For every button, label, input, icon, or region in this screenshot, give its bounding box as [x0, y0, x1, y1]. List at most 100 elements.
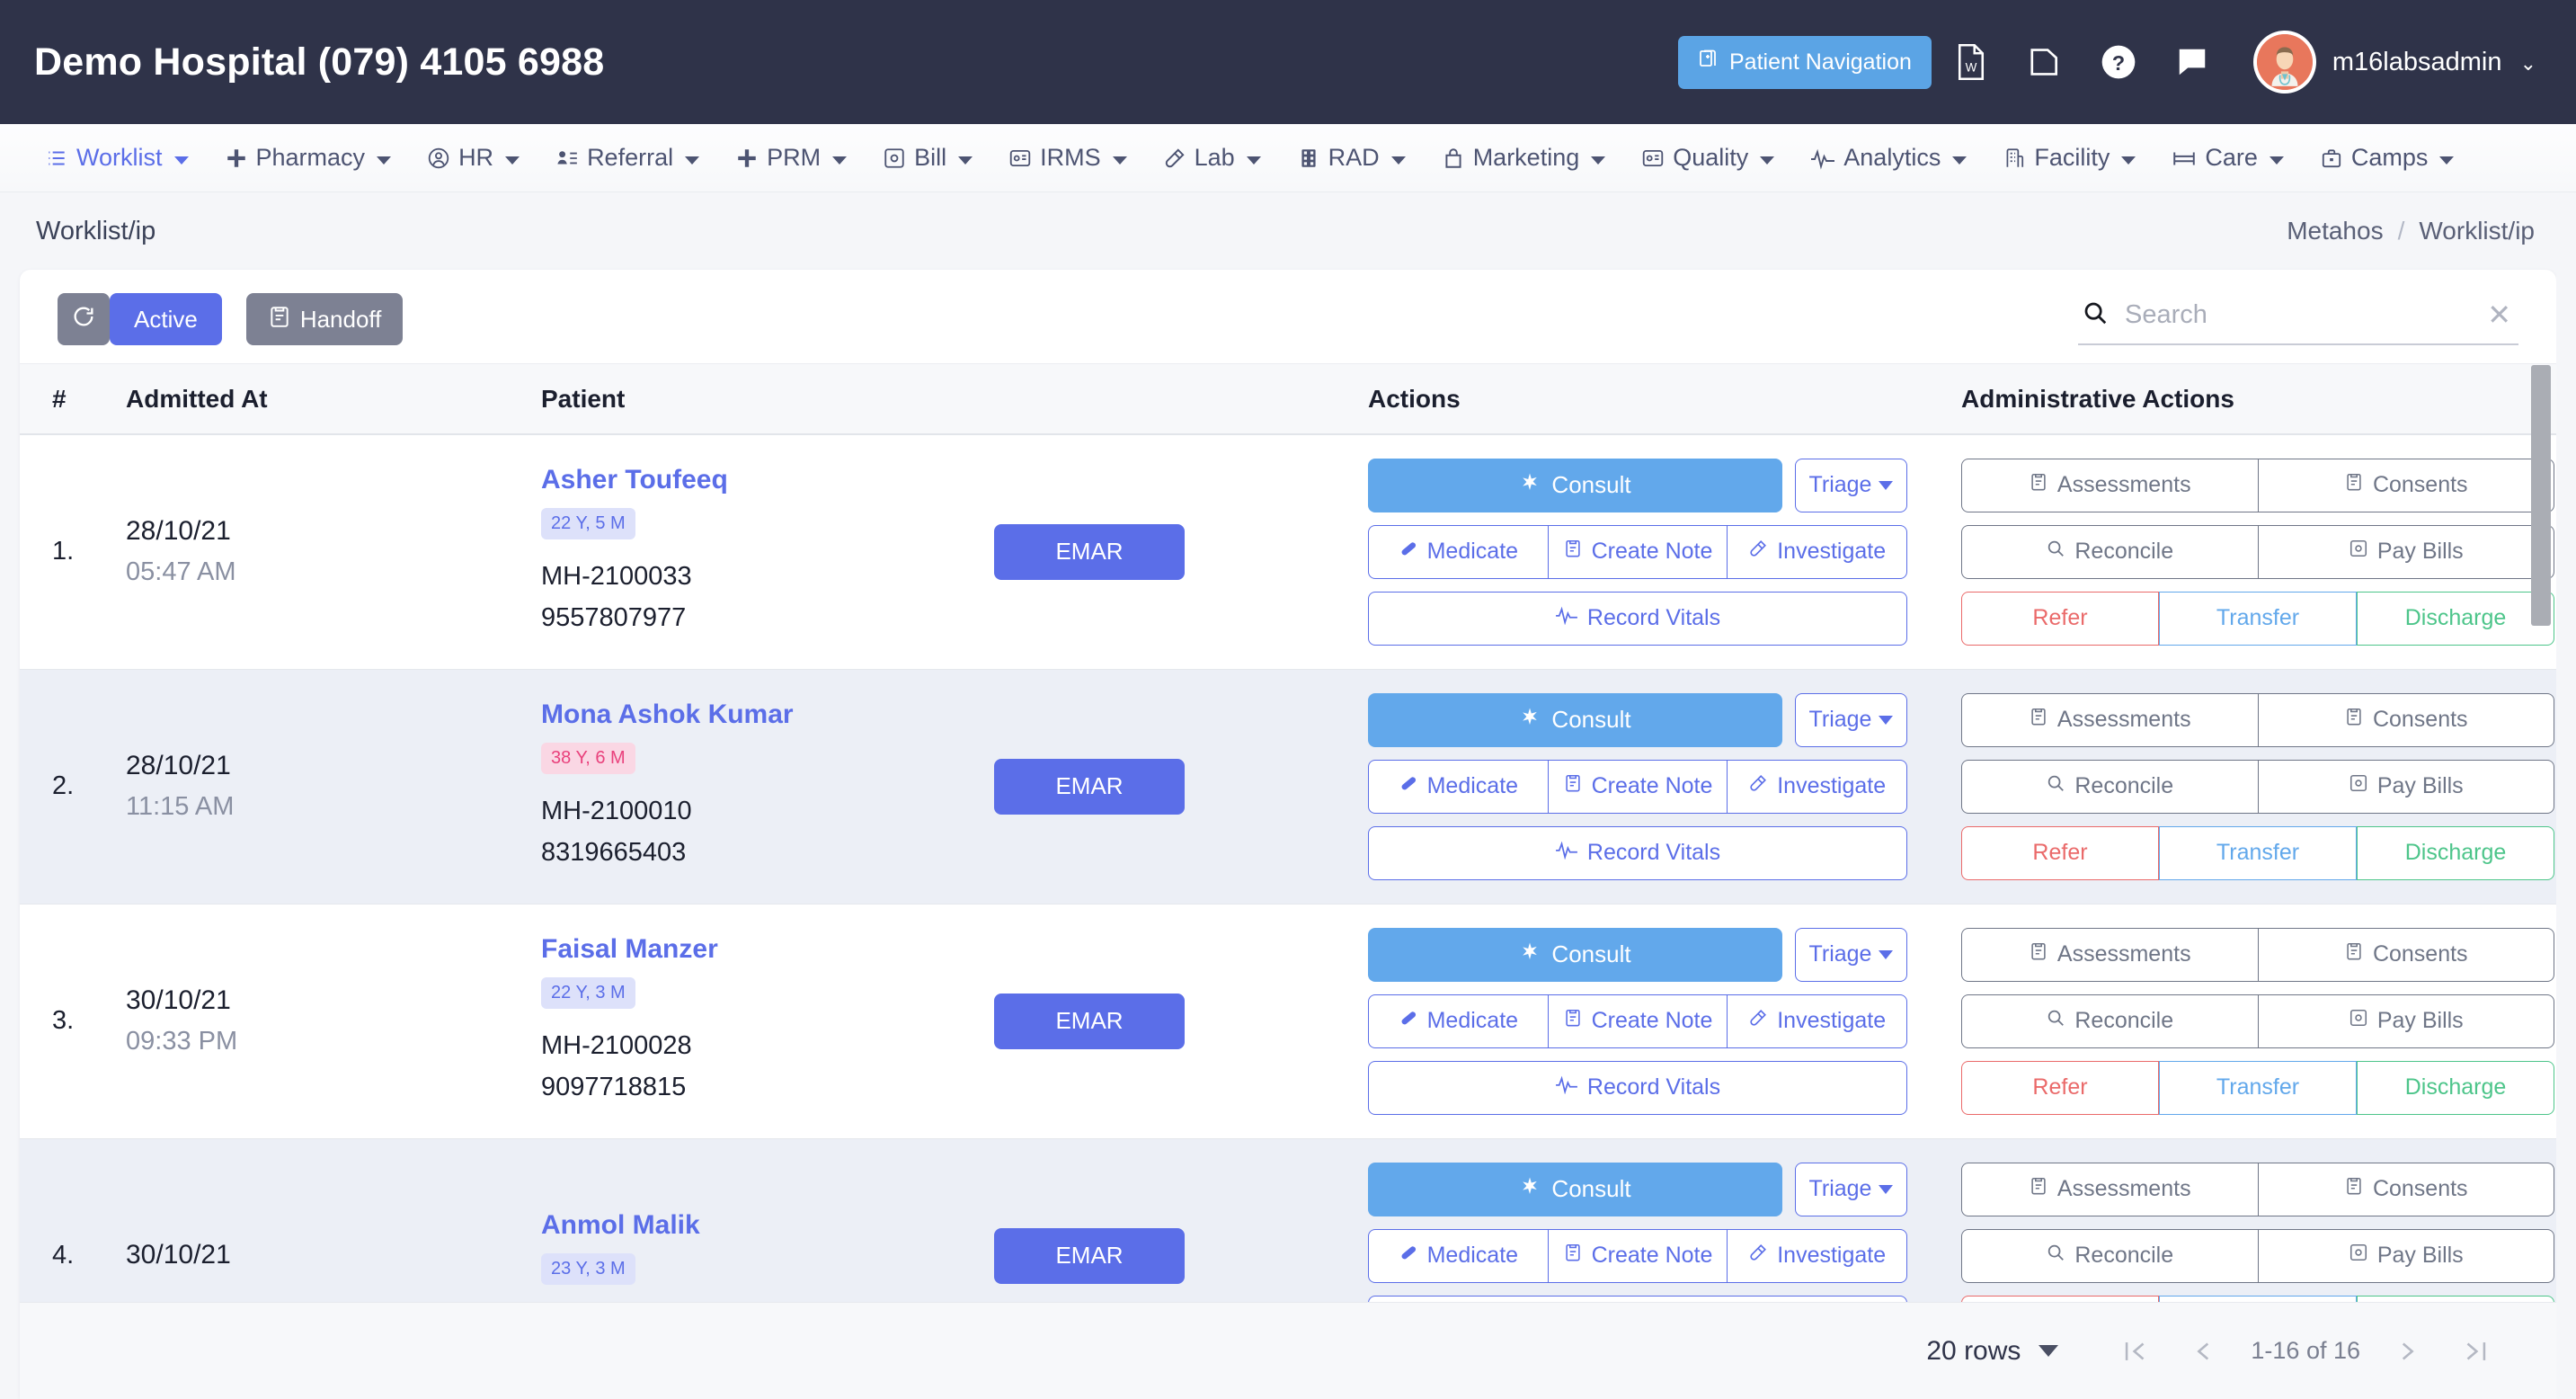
triage-dropdown[interactable]: Triage	[1795, 692, 1907, 747]
triage-dropdown[interactable]: Triage	[1795, 927, 1907, 982]
medicate-button[interactable]: Medicate	[1368, 524, 1548, 579]
record-vitals-button[interactable]: Record Vitals	[1368, 825, 1907, 880]
nav-item-rad[interactable]: RAD	[1279, 124, 1424, 192]
assessments-button[interactable]: Assessments	[1961, 927, 2258, 982]
close-icon[interactable]: ✕	[2483, 300, 2515, 329]
refer-button[interactable]: Refer	[1961, 1060, 2159, 1115]
transfer-button[interactable]: Transfer	[2159, 591, 2357, 646]
investigate-button[interactable]: Investigate	[1727, 759, 1908, 814]
next-page-icon[interactable]	[2373, 1317, 2441, 1386]
nav-item-quality[interactable]: Quality	[1623, 124, 1792, 192]
nav-item-care[interactable]: Care	[2154, 124, 2302, 192]
avatar[interactable]	[2252, 31, 2316, 94]
user-menu[interactable]: m16labsadmin ⌄	[2332, 48, 2536, 77]
clipboard-icon	[2029, 707, 2048, 733]
transfer-button[interactable]: Transfer	[2159, 1295, 2357, 1302]
consents-button[interactable]: Consents	[2257, 458, 2554, 512]
discharge-button[interactable]: Discharge	[2357, 591, 2554, 646]
record-vitals-button[interactable]: Record Vitals	[1368, 591, 1907, 646]
patient-navigation-button[interactable]: Patient Navigation	[1677, 35, 1932, 89]
consult-button[interactable]: Consult	[1368, 927, 1782, 982]
patient-name-link[interactable]: Asher Toufeeq	[541, 465, 964, 495]
refer-button[interactable]: Refer	[1961, 825, 2159, 880]
discharge-button[interactable]: Discharge	[2357, 825, 2554, 880]
folder-icon[interactable]	[2011, 28, 2079, 96]
nav-item-analytics[interactable]: Analytics	[1792, 124, 1985, 192]
nav-item-marketing[interactable]: Marketing	[1424, 124, 1624, 192]
create-note-button[interactable]: Create Note	[1547, 759, 1728, 814]
reconcile-button[interactable]: Reconcile	[1961, 524, 2258, 579]
patient-name-link[interactable]: Faisal Manzer	[541, 934, 964, 965]
pay-bills-button[interactable]: Pay Bills	[2257, 1228, 2554, 1283]
worklist-table-scroll[interactable]: # Admitted At Patient Actions Administra…	[20, 363, 2556, 1302]
consult-button[interactable]: Consult	[1368, 1162, 1782, 1216]
nav-item-hr[interactable]: HR	[409, 124, 537, 192]
filter-active-button[interactable]: Active	[110, 293, 222, 345]
prev-page-icon[interactable]	[2170, 1317, 2238, 1386]
breadcrumb-root[interactable]: Metahos	[2287, 217, 2383, 245]
nav-item-pharmacy[interactable]: Pharmacy	[207, 124, 410, 192]
first-page-icon[interactable]	[2101, 1317, 2170, 1386]
pay-bills-button[interactable]: Pay Bills	[2257, 759, 2554, 814]
nav-item-label: IRMS	[1040, 144, 1101, 171]
assessments-button[interactable]: Assessments	[1961, 692, 2258, 747]
refer-button[interactable]: Refer	[1961, 1295, 2159, 1302]
create-note-button[interactable]: Create Note	[1547, 1228, 1728, 1283]
reconcile-button[interactable]: Reconcile	[1961, 1228, 2258, 1283]
consents-button[interactable]: Consents	[2257, 1162, 2554, 1216]
emar-button[interactable]: EMAR	[994, 758, 1185, 815]
emar-button[interactable]: EMAR	[994, 523, 1185, 580]
nav-item-camps[interactable]: Camps	[2302, 124, 2473, 192]
emar-button[interactable]: EMAR	[994, 993, 1185, 1049]
help-icon[interactable]: ?	[2084, 28, 2153, 96]
discharge-button[interactable]: Discharge	[2357, 1295, 2554, 1302]
nav-item-worklist[interactable]: Worklist	[27, 124, 207, 192]
nav-item-facility[interactable]: Facility	[1985, 124, 2154, 192]
consents-button[interactable]: Consents	[2257, 692, 2554, 747]
patient-name-link[interactable]: Mona Ashok Kumar	[541, 700, 964, 730]
scrollbar-thumb[interactable]	[2531, 365, 2551, 626]
medicate-button[interactable]: Medicate	[1368, 994, 1548, 1048]
record-vitals-button[interactable]: Record Vitals	[1368, 1060, 1907, 1115]
nav-item-irms[interactable]: IRMS	[990, 124, 1145, 192]
consult-button[interactable]: Consult	[1368, 458, 1782, 512]
assessments-button[interactable]: Assessments	[1961, 458, 2258, 512]
triage-dropdown[interactable]: Triage	[1795, 1162, 1907, 1216]
transfer-button[interactable]: Transfer	[2159, 1060, 2357, 1115]
rows-per-page-select[interactable]: 20 rows	[1926, 1336, 2059, 1367]
investigate-button[interactable]: Investigate	[1727, 524, 1908, 579]
medicate-button[interactable]: Medicate	[1368, 759, 1548, 814]
nav-item-referral[interactable]: Referral	[537, 124, 717, 192]
vertical-scrollbar[interactable]	[2531, 363, 2551, 1302]
reconcile-button[interactable]: Reconcile	[1961, 759, 2258, 814]
investigate-button[interactable]: Investigate	[1727, 994, 1908, 1048]
medicate-button[interactable]: Medicate	[1368, 1228, 1548, 1283]
emar-button[interactable]: EMAR	[994, 1227, 1185, 1284]
consult-button[interactable]: Consult	[1368, 692, 1782, 747]
transfer-button[interactable]: Transfer	[2159, 825, 2357, 880]
create-note-button[interactable]: Create Note	[1547, 524, 1728, 579]
svg-text:?: ?	[2112, 51, 2125, 75]
search-input[interactable]	[2125, 299, 2468, 330]
refresh-button[interactable]	[58, 293, 110, 345]
investigate-button[interactable]: Investigate	[1727, 1228, 1908, 1283]
patient-name-link[interactable]: Anmol Malik	[541, 1210, 964, 1241]
nav-item-bill[interactable]: Bill	[865, 124, 990, 192]
handoff-button[interactable]: Handoff	[245, 293, 404, 345]
pay-bills-button[interactable]: Pay Bills	[2257, 524, 2554, 579]
word-doc-icon[interactable]: W	[1937, 28, 2005, 96]
last-page-icon[interactable]	[2441, 1317, 2509, 1386]
discharge-button[interactable]: Discharge	[2357, 1060, 2554, 1115]
refer-button[interactable]: Refer	[1961, 591, 2159, 646]
record-vitals-button[interactable]: Record Vitals	[1368, 1295, 1907, 1302]
create-note-label: Create Note	[1591, 1008, 1713, 1033]
create-note-button[interactable]: Create Note	[1547, 994, 1728, 1048]
nav-item-lab[interactable]: Lab	[1145, 124, 1279, 192]
reconcile-button[interactable]: Reconcile	[1961, 994, 2258, 1048]
nav-item-prm[interactable]: PRM	[717, 124, 865, 192]
pay-bills-button[interactable]: Pay Bills	[2257, 994, 2554, 1048]
chat-icon[interactable]	[2158, 28, 2226, 96]
assessments-button[interactable]: Assessments	[1961, 1162, 2258, 1216]
consents-button[interactable]: Consents	[2257, 927, 2554, 982]
triage-dropdown[interactable]: Triage	[1795, 458, 1907, 512]
